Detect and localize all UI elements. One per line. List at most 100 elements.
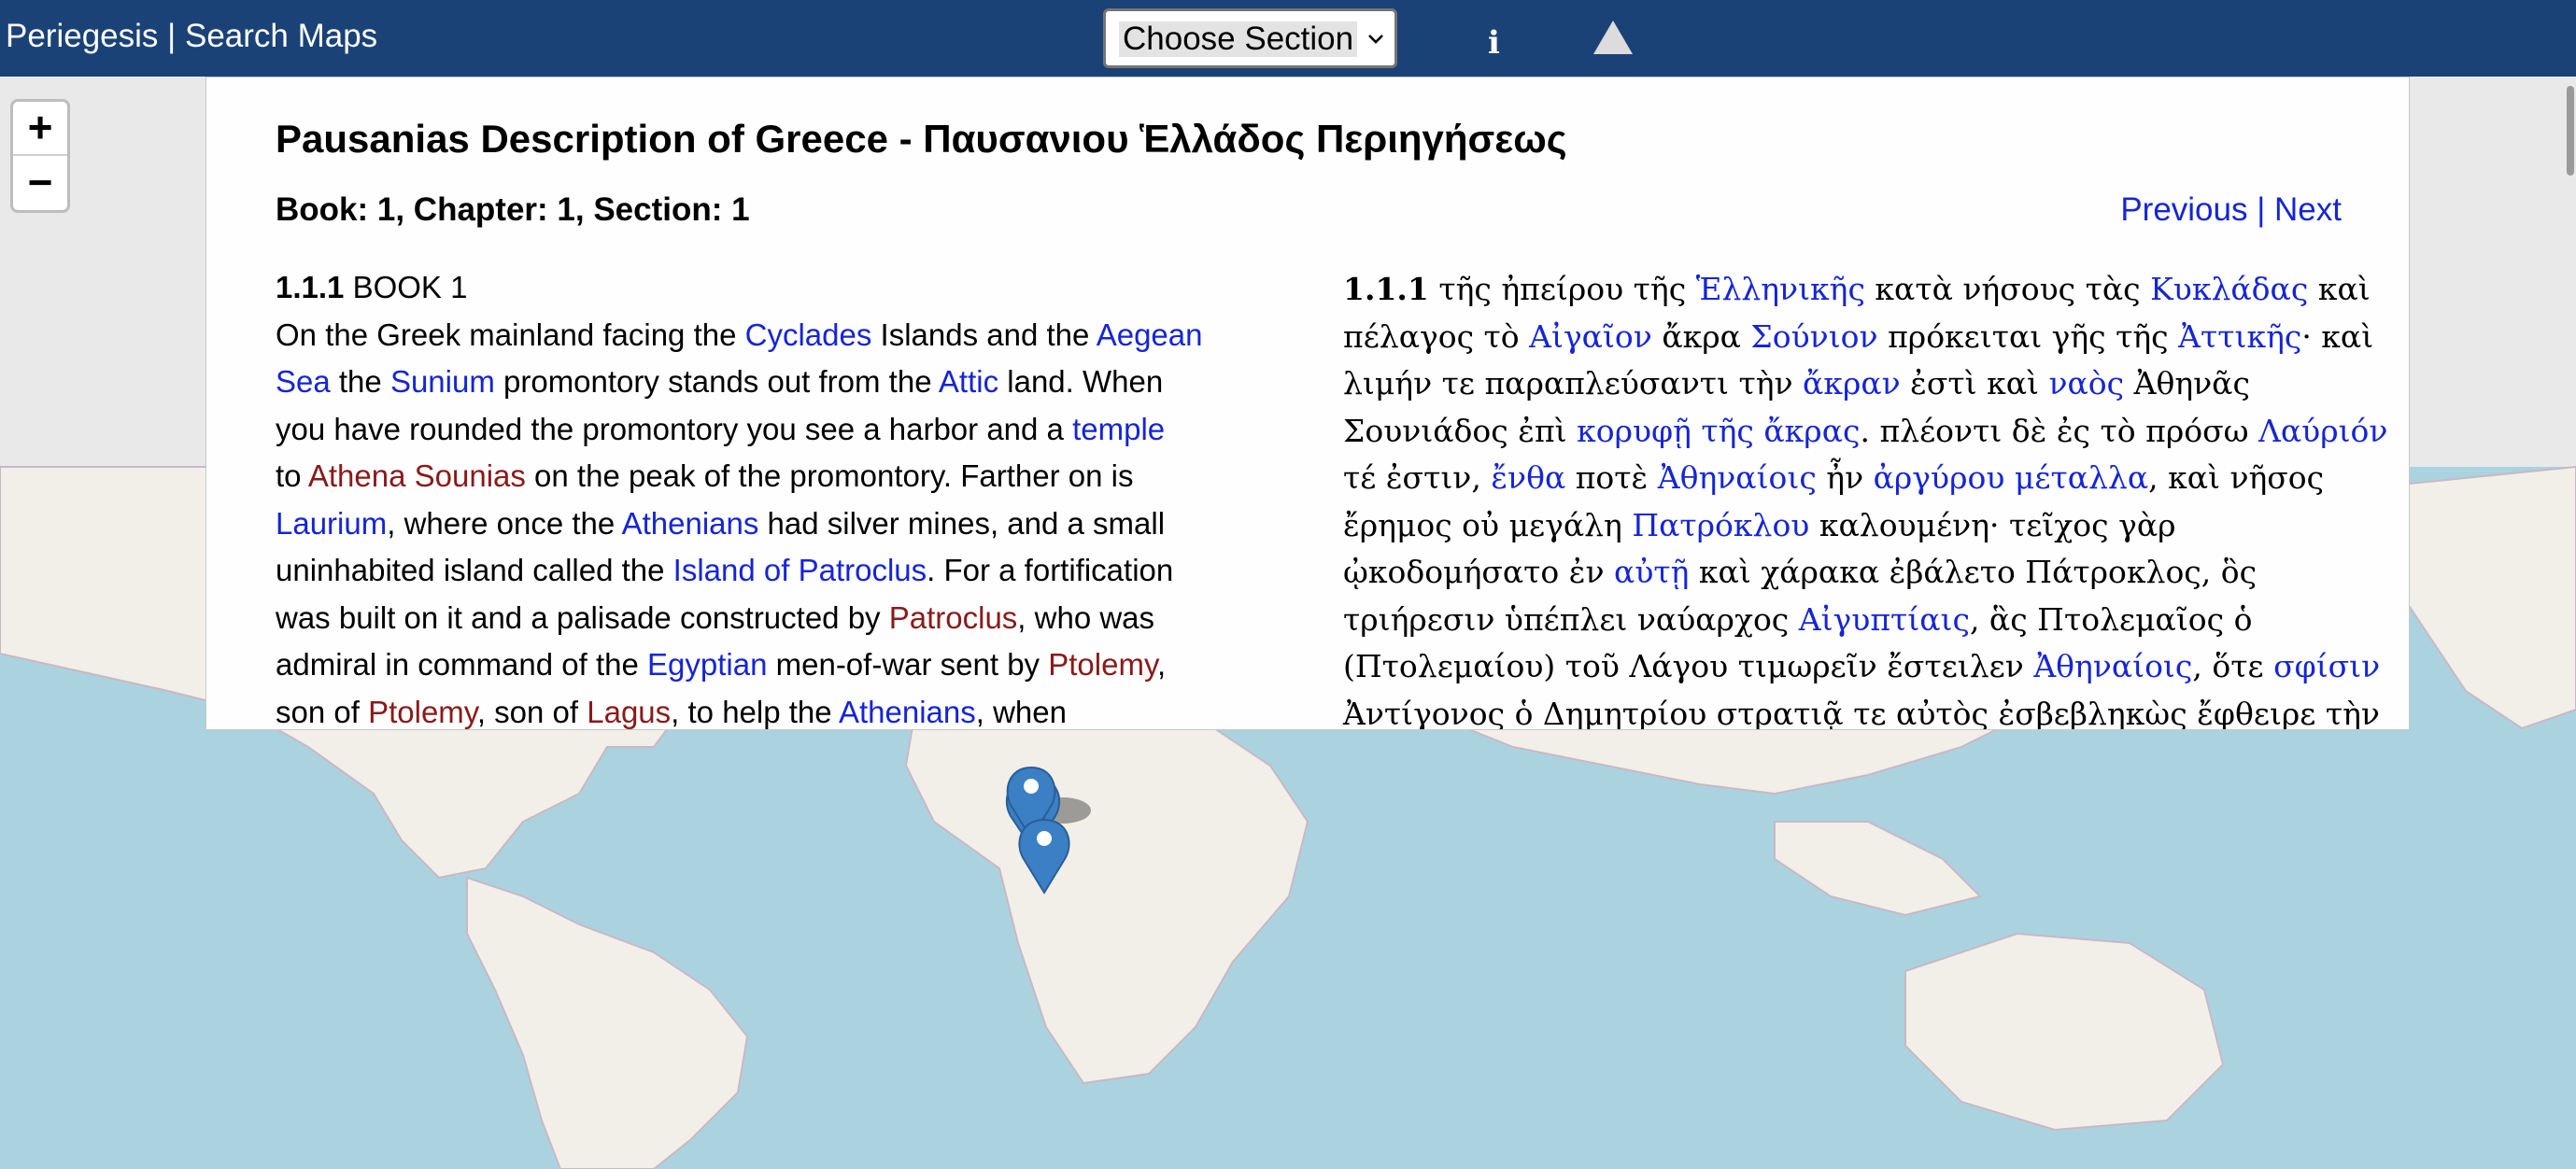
place-link[interactable]: Cyclades (745, 317, 872, 352)
text-run: τέ ἐστιν, (1343, 459, 1492, 496)
text-run: , καὶ νῆσος (2148, 459, 2325, 496)
section-number: 1.1.1 (1343, 271, 1429, 307)
text-line: Ἀντίγονος ὁ Δημητρίου στρατιᾷ τε αὐτὸς ἐ… (1343, 691, 2385, 730)
text-run: BOOK 1 (344, 270, 468, 304)
person-link[interactable]: Ptolemy (1048, 647, 1157, 682)
brand-separator: | (158, 18, 185, 54)
text-run: λιμήν τε παραπλεύσαντι τὴν (1343, 365, 1804, 401)
place-link[interactable]: Αἰγαῖον (1529, 318, 1652, 355)
text-run: ἦν (1816, 459, 1874, 496)
text-run: ἄκρα (1651, 317, 1751, 355)
text-run: , (1157, 647, 1167, 682)
section-number: 1.1.1 (276, 270, 345, 304)
place-link[interactable]: Σούνιον (1750, 318, 1877, 355)
text-run: promontory stands out from the (494, 364, 939, 399)
text-run: ἐστὶ καὶ (1900, 365, 2049, 401)
next-link[interactable]: Next (2274, 191, 2342, 228)
info-button[interactable]: i (1476, 21, 1513, 67)
text-run: , ὅτε (2192, 648, 2274, 684)
scrollbar-thumb[interactable] (2567, 86, 2574, 176)
text-run: , when (975, 694, 1067, 729)
text-line: λιμήν τε παραπλεύσαντι τὴν ἄκραν ἐστὶ κα… (1343, 360, 2385, 408)
text-run: Islands and the (871, 317, 1097, 352)
place-link[interactable]: Sunium (390, 364, 495, 399)
place-link[interactable]: Athenians (622, 506, 759, 541)
person-link[interactable]: Ptolemy (368, 695, 477, 729)
text-run: πέλαγος τὸ (1343, 317, 1530, 355)
person-link[interactable]: Patroclus (889, 600, 1018, 635)
text-line: On the Greek mainland facing the Cyclade… (276, 312, 1323, 359)
text-line: was built on it and a palisade construct… (276, 595, 1323, 642)
text-run: , son of (476, 694, 587, 729)
text-run: τῆς ἠπείρου τῆς (1428, 271, 1696, 307)
text-run: son of (276, 694, 369, 729)
search-maps-link[interactable]: Search Maps (185, 18, 377, 54)
place-link[interactable]: Ἀθηναίοις (2033, 648, 2192, 684)
place-link[interactable]: ἔνθα (1491, 459, 1565, 496)
text-run: on the peak of the promontory. Farther o… (525, 458, 1134, 493)
text-line: τέ ἐστιν, ἔνθα ποτὲ Ἀθηναίοις ἦν ἀργύρου… (1343, 455, 2385, 502)
text-line: 1.1.1 τῆς ἠπείρου τῆς Ἑλληνικῆς κατὰ νήσ… (1343, 266, 2385, 314)
place-link[interactable]: Κυκλάδας (2150, 271, 2308, 307)
triangle-up-icon (1593, 21, 1633, 54)
text-run: καλουμένη· τεῖχος γὰρ (1809, 506, 2176, 543)
place-link[interactable]: Island of Patroclus (673, 553, 927, 587)
place-link[interactable]: Πατρόκλου (1632, 507, 1809, 543)
greek-text: 1.1.1 τῆς ἠπείρου τῆς Ἑλληνικῆς κατὰ νήσ… (1343, 266, 2387, 730)
place-link[interactable]: Attic (939, 364, 998, 399)
text-line: πέλαγος τὸ Αἰγαῖον ἄκρα Σούνιον πρόκειτα… (1343, 314, 2385, 361)
place-link[interactable]: ἄκραν (1803, 365, 1901, 401)
text-line: (Πτολεμαίου) τοῦ Λάγου τιμωρεῖν ἔστειλεν… (1343, 643, 2385, 691)
text-run: (Πτολεμαίου) τοῦ Λάγου τιμωρεῖν ἔστειλεν (1343, 648, 2034, 684)
text-run: the (330, 364, 390, 399)
text-run: uninhabited island called the (276, 553, 673, 587)
previous-link[interactable]: Previous (2120, 191, 2247, 228)
scroll-up-button[interactable] (1590, 17, 1636, 60)
place-link[interactable]: σφίσιν (2273, 648, 2380, 684)
text-run: you have rounded the promontory you see … (276, 411, 1073, 446)
choose-section-select[interactable]: Choose Section (1103, 8, 1397, 68)
text-run: ἔρημος οὐ μεγάλη (1343, 506, 1633, 543)
text-line: uninhabited island called the Island of … (276, 547, 1323, 595)
periegesis-link[interactable]: Periegesis (6, 18, 158, 54)
place-link[interactable]: Laurium (276, 506, 387, 541)
zoom-out-button[interactable]: − (13, 157, 67, 210)
pager-separator: | (2247, 191, 2275, 228)
place-link[interactable]: Αἰγυπτίαις (1799, 601, 1970, 638)
place-link[interactable]: Aegean (1097, 317, 1203, 352)
text-line: Sea the Sunium promontory stands out fro… (276, 359, 1323, 406)
info-icon: i (1488, 24, 1500, 62)
text-run: , ἃς Πτολεμαῖος ὁ (1969, 600, 2253, 638)
place-link[interactable]: Ἀττικῆς (2178, 318, 2301, 355)
place-link[interactable]: αὐτῇ (1614, 554, 1689, 590)
text-run: κατὰ νήσους τὰς (1864, 271, 2151, 307)
citation: Book: 1, Chapter: 1, Section: 1 (276, 191, 750, 228)
top-bar: Periegesis | Search Maps Choose Section … (0, 0, 2576, 77)
place-link[interactable]: temple (1072, 412, 1165, 446)
person-link[interactable]: Lagus (587, 695, 671, 729)
text-panel[interactable]: Pausanias Description of Greece - Παυσαν… (205, 77, 2410, 730)
place-link[interactable]: Egyptian (647, 647, 767, 682)
text-line: ἔρημος οὐ μεγάλη Πατρόκλου καλουμένη· τε… (1343, 502, 2385, 550)
choose-section-value: Choose Section (1119, 21, 1358, 57)
place-link[interactable]: Λαύριόν (2258, 413, 2387, 449)
english-text: 1.1.1 BOOK 1 On the Greek mainland facing… (276, 264, 1323, 729)
zoom-in-button[interactable]: + (13, 102, 67, 156)
text-run: · καὶ (2301, 317, 2374, 355)
text-run: . πλέοντι δὲ ἐς τὸ πρόσω (1860, 412, 2259, 449)
text-run: admiral in command of the (276, 647, 648, 682)
place-link[interactable]: Sea (276, 364, 331, 399)
brand: Periegesis | Search Maps (6, 17, 377, 56)
person-link[interactable]: Athena Sounias (308, 458, 526, 493)
text-run: ποτὲ (1565, 459, 1658, 496)
text-line: Laurium, where once the Athenians had si… (276, 500, 1323, 548)
place-link[interactable]: ἀργύρου μέταλλα (1874, 459, 2149, 496)
place-link[interactable]: Athenians (839, 695, 976, 729)
text-run: καὶ (2308, 271, 2371, 307)
place-link[interactable]: Ἀθηναίοις (1658, 459, 1817, 496)
place-link[interactable]: ναὸς (2048, 365, 2124, 401)
text-line: you have rounded the promontory you see … (276, 406, 1323, 454)
text-run: On the Greek mainland facing the (276, 317, 745, 352)
place-link[interactable]: κορυφῇ τῆς ἄκρας (1577, 413, 1860, 449)
place-link[interactable]: Ἑλληνικῆς (1696, 271, 1865, 307)
